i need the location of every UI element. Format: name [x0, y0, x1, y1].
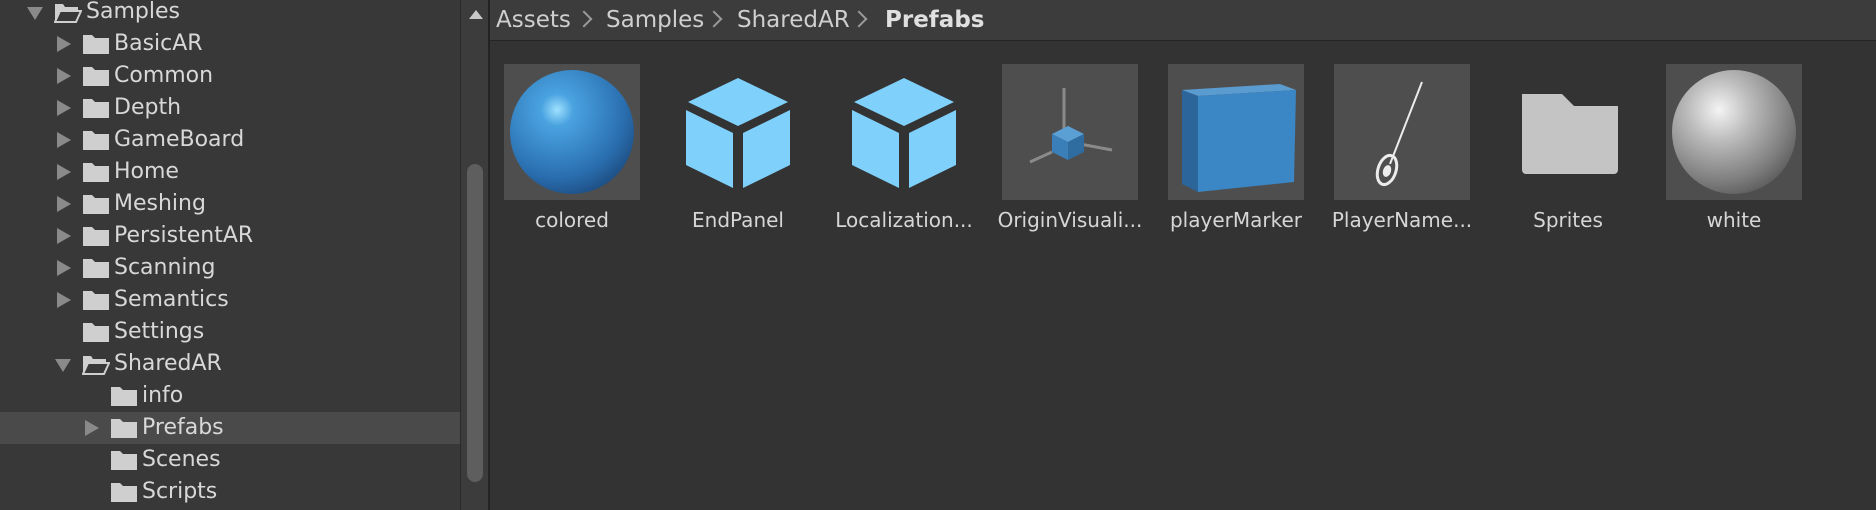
asset-white[interactable]: white: [1638, 64, 1802, 234]
breadcrumb-assets[interactable]: Assets: [496, 4, 571, 36]
expanded-arrow-icon[interactable]: [27, 7, 43, 20]
asset-playermarker[interactable]: playerMarker: [1140, 64, 1304, 234]
tree-item-label: GameBoard: [114, 127, 245, 152]
origin-gizmo-icon: [1002, 64, 1138, 200]
asset-browser: Assets Samples SharedAR Prefabs colored …: [490, 0, 1876, 510]
project-tree: Samples BasicAR Common Depth GameBoard H…: [0, 0, 460, 510]
tree-item-label: PersistentAR: [114, 223, 254, 248]
tree-item-scenes[interactable]: Scenes: [0, 444, 460, 476]
folder-icon: [83, 227, 109, 246]
chevron-right-icon: [850, 10, 868, 28]
collapsed-arrow-icon[interactable]: [57, 68, 71, 84]
folder-open-icon: [82, 356, 110, 375]
prefab-cube-icon: [670, 64, 806, 200]
asset-originvisualizer[interactable]: OriginVisuali...: [974, 64, 1142, 234]
tree-item-label: Semantics: [114, 287, 229, 312]
collapsed-arrow-icon[interactable]: [57, 260, 71, 276]
project-window: Samples BasicAR Common Depth GameBoard H…: [0, 0, 1876, 510]
tree-item-gameboard[interactable]: GameBoard: [0, 124, 460, 156]
tree-item-settings[interactable]: Settings: [0, 316, 460, 348]
tree-item-home[interactable]: Home: [0, 156, 460, 188]
scroll-up-arrow-icon[interactable]: [469, 10, 483, 19]
tree-item-label: Common: [114, 63, 214, 88]
tree-item-semantics[interactable]: Semantics: [0, 284, 460, 316]
folder-icon: [83, 99, 109, 118]
prefab-cube-icon: [836, 64, 972, 200]
folder-icon: [83, 323, 109, 342]
asset-colored[interactable]: colored: [476, 64, 640, 234]
collapsed-arrow-icon[interactable]: [57, 132, 71, 148]
folder-open-icon: [54, 4, 82, 23]
tree-item-label: Home: [114, 159, 179, 184]
breadcrumb-sharedar[interactable]: SharedAR: [737, 4, 850, 36]
tree-item-label: Scanning: [114, 255, 216, 280]
expanded-arrow-icon[interactable]: [55, 359, 71, 372]
blue-sphere-icon: [504, 64, 640, 200]
tree-item-samples[interactable]: Samples: [0, 0, 460, 28]
tree-item-scanning[interactable]: Scanning: [0, 252, 460, 284]
folder-icon: [111, 419, 137, 438]
breadcrumb: Assets Samples SharedAR Prefabs: [490, 0, 1876, 41]
collapsed-arrow-icon[interactable]: [57, 100, 71, 116]
tree-item-common[interactable]: Common: [0, 60, 460, 92]
tree-item-prefabs[interactable]: Prefabs: [0, 412, 460, 444]
tree-item-label: Scenes: [142, 447, 221, 472]
tree-item-label: Prefabs: [142, 415, 224, 440]
folder-icon: [83, 195, 109, 214]
tree-item-persistentar[interactable]: PersistentAR: [0, 220, 460, 252]
tree-item-label: Meshing: [114, 191, 206, 216]
tree-item-info[interactable]: info: [0, 380, 460, 412]
asset-label: white: [1706, 208, 1762, 232]
white-sphere-icon: [1666, 64, 1802, 200]
tree-item-label: info: [142, 383, 184, 408]
asset-sprites-folder[interactable]: Sprites: [1472, 64, 1636, 234]
folder-icon: [83, 35, 109, 54]
collapsed-arrow-icon[interactable]: [85, 420, 99, 436]
folder-icon: [83, 163, 109, 182]
asset-localization[interactable]: Localization...: [808, 64, 973, 234]
collapsed-arrow-icon[interactable]: [57, 292, 71, 308]
folder-icon: [83, 259, 109, 278]
asset-label: PlayerName...: [1331, 208, 1473, 232]
breadcrumb-samples[interactable]: Samples: [606, 4, 704, 36]
asset-endpanel[interactable]: EndPanel: [642, 64, 806, 234]
folder-icon: [1500, 64, 1636, 200]
folder-icon: [83, 131, 109, 150]
chevron-right-icon: [705, 10, 723, 28]
collapsed-arrow-icon[interactable]: [57, 36, 71, 52]
tree-item-label: Settings: [114, 319, 205, 344]
asset-playername[interactable]: PlayerName...: [1306, 64, 1472, 234]
collapsed-arrow-icon[interactable]: [57, 228, 71, 244]
collapsed-arrow-icon[interactable]: [57, 196, 71, 212]
tree-item-scripts[interactable]: Scripts: [0, 476, 460, 508]
asset-label: Localization...: [835, 208, 973, 232]
asset-label: OriginVisuali...: [997, 208, 1143, 232]
folder-icon: [111, 451, 137, 470]
folder-icon: [111, 387, 137, 406]
folder-icon: [111, 483, 137, 502]
collapsed-arrow-icon[interactable]: [57, 164, 71, 180]
folder-icon: [83, 67, 109, 86]
blue-cube-icon: [1168, 64, 1304, 200]
asset-label: EndPanel: [692, 208, 784, 232]
tree-item-meshing[interactable]: Meshing: [0, 188, 460, 220]
tree-item-label: Samples: [86, 0, 180, 24]
asset-label: Sprites: [1533, 208, 1603, 232]
tree-item-label: Depth: [114, 95, 182, 120]
tree-item-basicar[interactable]: BasicAR: [0, 28, 460, 60]
tree-item-label: BasicAR: [114, 31, 203, 56]
asset-label: colored: [535, 208, 609, 232]
breadcrumb-prefabs[interactable]: Prefabs: [885, 4, 984, 36]
chevron-right-icon: [575, 10, 593, 28]
tree-item-label: Scripts: [142, 479, 218, 504]
tree-item-sharedar[interactable]: SharedAR: [0, 348, 460, 380]
tree-item-label: SharedAR: [114, 351, 222, 376]
asset-label: playerMarker: [1169, 208, 1302, 232]
folder-icon: [83, 291, 109, 310]
tree-item-depth[interactable]: Depth: [0, 92, 460, 124]
pin-marker-icon: [1334, 64, 1470, 200]
